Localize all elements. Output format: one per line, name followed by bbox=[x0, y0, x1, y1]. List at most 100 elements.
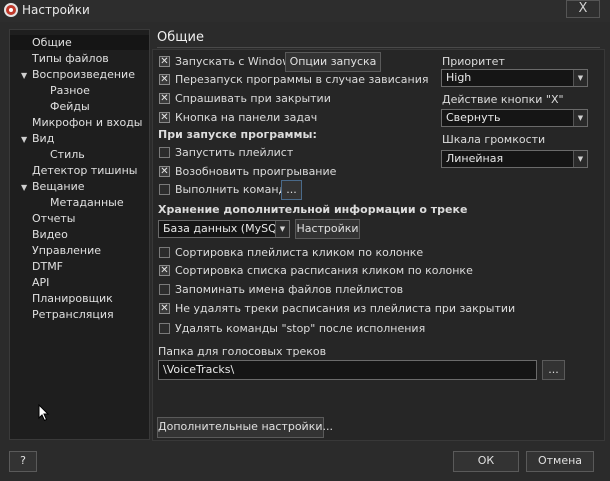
checkmark-icon: ✕ bbox=[159, 166, 170, 177]
browse-voice-tracks-button[interactable]: ... bbox=[542, 360, 565, 380]
start-with-windows-checkbox[interactable]: ✕ Запускать с Windows bbox=[159, 55, 297, 69]
browse-command-button[interactable]: ... bbox=[281, 180, 302, 200]
restart-on-hang-checkbox[interactable]: ✕ Перезапуск программы в случае зависания bbox=[159, 73, 429, 87]
advanced-settings-button[interactable]: Дополнительные настройки... bbox=[157, 417, 333, 438]
sidebar-item-label: Общие bbox=[32, 36, 72, 49]
cancel-button[interactable]: Отмена bbox=[526, 451, 594, 472]
checkbox-box bbox=[159, 284, 170, 295]
close-button[interactable]: X bbox=[566, 0, 600, 18]
sidebar-item-label: DTMF bbox=[32, 260, 64, 273]
sidebar-item-dtmf[interactable]: DTMF bbox=[10, 259, 63, 274]
ok-button[interactable]: ОК bbox=[453, 451, 519, 472]
taskbar-button-checkbox[interactable]: ✕ Кнопка на панели задач bbox=[159, 111, 317, 125]
sidebar-item-playback[interactable]: ▼ Воспроизведение bbox=[10, 67, 135, 82]
x-action-label: Действие кнопки "X" bbox=[442, 93, 564, 106]
settings-sidebar: Общие Типы файлов ▼ Воспроизведение Разно… bbox=[9, 29, 150, 440]
sidebar-item-file-types[interactable]: Типы файлов bbox=[10, 51, 109, 66]
on-start-heading: При запуске программы: bbox=[158, 128, 317, 141]
sidebar-item-scheduler[interactable]: Планировщик bbox=[10, 291, 113, 306]
checkmark-icon: ✕ bbox=[159, 265, 170, 276]
general-settings-panel bbox=[152, 49, 605, 441]
sidebar-item-reports[interactable]: Отчеты bbox=[10, 211, 75, 226]
checkmark-icon: ✕ bbox=[159, 93, 170, 104]
sidebar-item-api[interactable]: API bbox=[10, 275, 49, 290]
checkbox-label: Запускать с Windows bbox=[175, 55, 297, 68]
sidebar-item-control[interactable]: Управление bbox=[10, 243, 101, 258]
collapse-arrow-icon[interactable]: ▼ bbox=[21, 132, 32, 147]
run-command-checkbox[interactable]: Выполнить команду bbox=[159, 183, 293, 197]
storage-selected-value: База данных (MySQL) bbox=[163, 222, 288, 235]
sidebar-item-general[interactable]: Общие bbox=[10, 35, 149, 50]
checkbox-label: Спрашивать при закрытии bbox=[175, 92, 331, 105]
sidebar-item-label: Вещание bbox=[32, 180, 85, 193]
checkmark-icon: ✕ bbox=[159, 112, 170, 123]
checkmark-icon: ✕ bbox=[159, 74, 170, 85]
ask-on-close-checkbox[interactable]: ✕ Спрашивать при закрытии bbox=[159, 92, 331, 106]
sidebar-item-mic-inputs[interactable]: Микрофон и входы bbox=[10, 115, 142, 130]
sidebar-item-label: Метаданные bbox=[50, 196, 124, 209]
start-options-button[interactable]: Опции запуска bbox=[285, 52, 381, 72]
sidebar-item-label: Видео bbox=[32, 228, 68, 241]
volume-scale-select[interactable]: Линейная ▼ bbox=[441, 150, 588, 168]
title-bar: Настройки X bbox=[0, 0, 610, 22]
sidebar-item-label: Воспроизведение bbox=[32, 68, 135, 81]
mouse-cursor-icon bbox=[38, 404, 50, 422]
priority-value: High bbox=[446, 71, 472, 84]
storage-select[interactable]: База данных (MySQL) ▼ bbox=[158, 220, 290, 238]
checkbox-label: Удалять команды "stop" после исполнения bbox=[175, 322, 426, 335]
sort-schedule-checkbox[interactable]: ✕ Сортировка списка расписания кликом по … bbox=[159, 264, 473, 278]
sidebar-item-label: Вид bbox=[32, 132, 55, 145]
collapse-arrow-icon[interactable]: ▼ bbox=[21, 180, 32, 195]
remember-names-checkbox[interactable]: Запоминать имена файлов плейлистов bbox=[159, 283, 403, 297]
sidebar-item-style[interactable]: Стиль bbox=[10, 147, 85, 162]
sidebar-item-metadata[interactable]: Метаданные bbox=[10, 195, 124, 210]
collapse-arrow-icon[interactable]: ▼ bbox=[21, 68, 32, 83]
checkbox-label: Возобновить проигрывание bbox=[175, 165, 337, 178]
chevron-down-icon: ▼ bbox=[573, 70, 587, 86]
checkbox-label: Перезапуск программы в случае зависания bbox=[175, 73, 429, 86]
sidebar-item-fades[interactable]: Фейды bbox=[10, 99, 90, 114]
sidebar-item-label: API bbox=[32, 276, 50, 289]
sidebar-item-label: Ретрансляция bbox=[32, 308, 114, 321]
checkmark-icon: ✕ bbox=[159, 56, 170, 67]
sidebar-item-label: Типы файлов bbox=[32, 52, 109, 65]
run-playlist-checkbox[interactable]: Запустить плейлист bbox=[159, 146, 293, 160]
sidebar-item-view[interactable]: ▼ Вид bbox=[10, 131, 54, 146]
sidebar-item-label: Микрофон и входы bbox=[32, 116, 143, 129]
x-action-select[interactable]: Свернуть ▼ bbox=[441, 109, 588, 127]
priority-select[interactable]: High ▼ bbox=[441, 69, 588, 87]
x-action-value: Свернуть bbox=[446, 111, 501, 124]
storage-settings-button[interactable]: Настройки bbox=[295, 219, 360, 239]
voice-tracks-label: Папка для голосовых треков bbox=[158, 345, 327, 358]
checkbox-label: Не удалять треки расписания из плейлиста… bbox=[175, 302, 516, 315]
volume-scale-label: Шкала громкости bbox=[442, 133, 546, 146]
checkbox-box bbox=[159, 247, 170, 258]
sidebar-item-broadcast[interactable]: ▼ Вещание bbox=[10, 179, 85, 194]
keep-schedule-tracks-checkbox[interactable]: ✕ Не удалять треки расписания из плейлист… bbox=[159, 302, 515, 316]
section-divider bbox=[157, 47, 600, 48]
checkbox-label: Кнопка на панели задач bbox=[175, 111, 318, 124]
checkbox-box bbox=[159, 184, 170, 195]
voice-tracks-path-input[interactable]: \VoiceTracks\ bbox=[158, 360, 537, 380]
priority-label: Приоритет bbox=[442, 55, 505, 68]
chevron-down-icon: ▼ bbox=[275, 221, 289, 237]
delete-stop-checkbox[interactable]: Удалять команды "stop" после исполнения bbox=[159, 322, 425, 336]
sidebar-item-label: Детектор тишины bbox=[32, 164, 138, 177]
volume-scale-value: Линейная bbox=[446, 152, 504, 165]
checkmark-icon: ✕ bbox=[159, 303, 170, 314]
checkbox-label: Сортировка плейлиста кликом по колонке bbox=[175, 246, 424, 259]
chevron-down-icon: ▼ bbox=[573, 151, 587, 167]
sidebar-item-misc[interactable]: Разное bbox=[10, 83, 90, 98]
sidebar-item-relay[interactable]: Ретрансляция bbox=[10, 307, 114, 322]
help-button[interactable]: ? bbox=[9, 451, 37, 472]
sidebar-item-silence-detector[interactable]: Детектор тишины bbox=[10, 163, 137, 178]
checkbox-label: Запустить плейлист bbox=[175, 146, 294, 159]
checkbox-box bbox=[159, 323, 170, 334]
sort-playlist-checkbox[interactable]: Сортировка плейлиста кликом по колонке bbox=[159, 246, 423, 260]
checkbox-label: Выполнить команду bbox=[175, 183, 293, 196]
resume-playback-checkbox[interactable]: ✕ Возобновить проигрывание bbox=[159, 165, 336, 179]
sidebar-item-label: Управление bbox=[32, 244, 102, 257]
checkbox-label: Сортировка списка расписания кликом по к… bbox=[175, 264, 473, 277]
sidebar-item-video[interactable]: Видео bbox=[10, 227, 68, 242]
sidebar-item-label: Фейды bbox=[50, 100, 90, 113]
